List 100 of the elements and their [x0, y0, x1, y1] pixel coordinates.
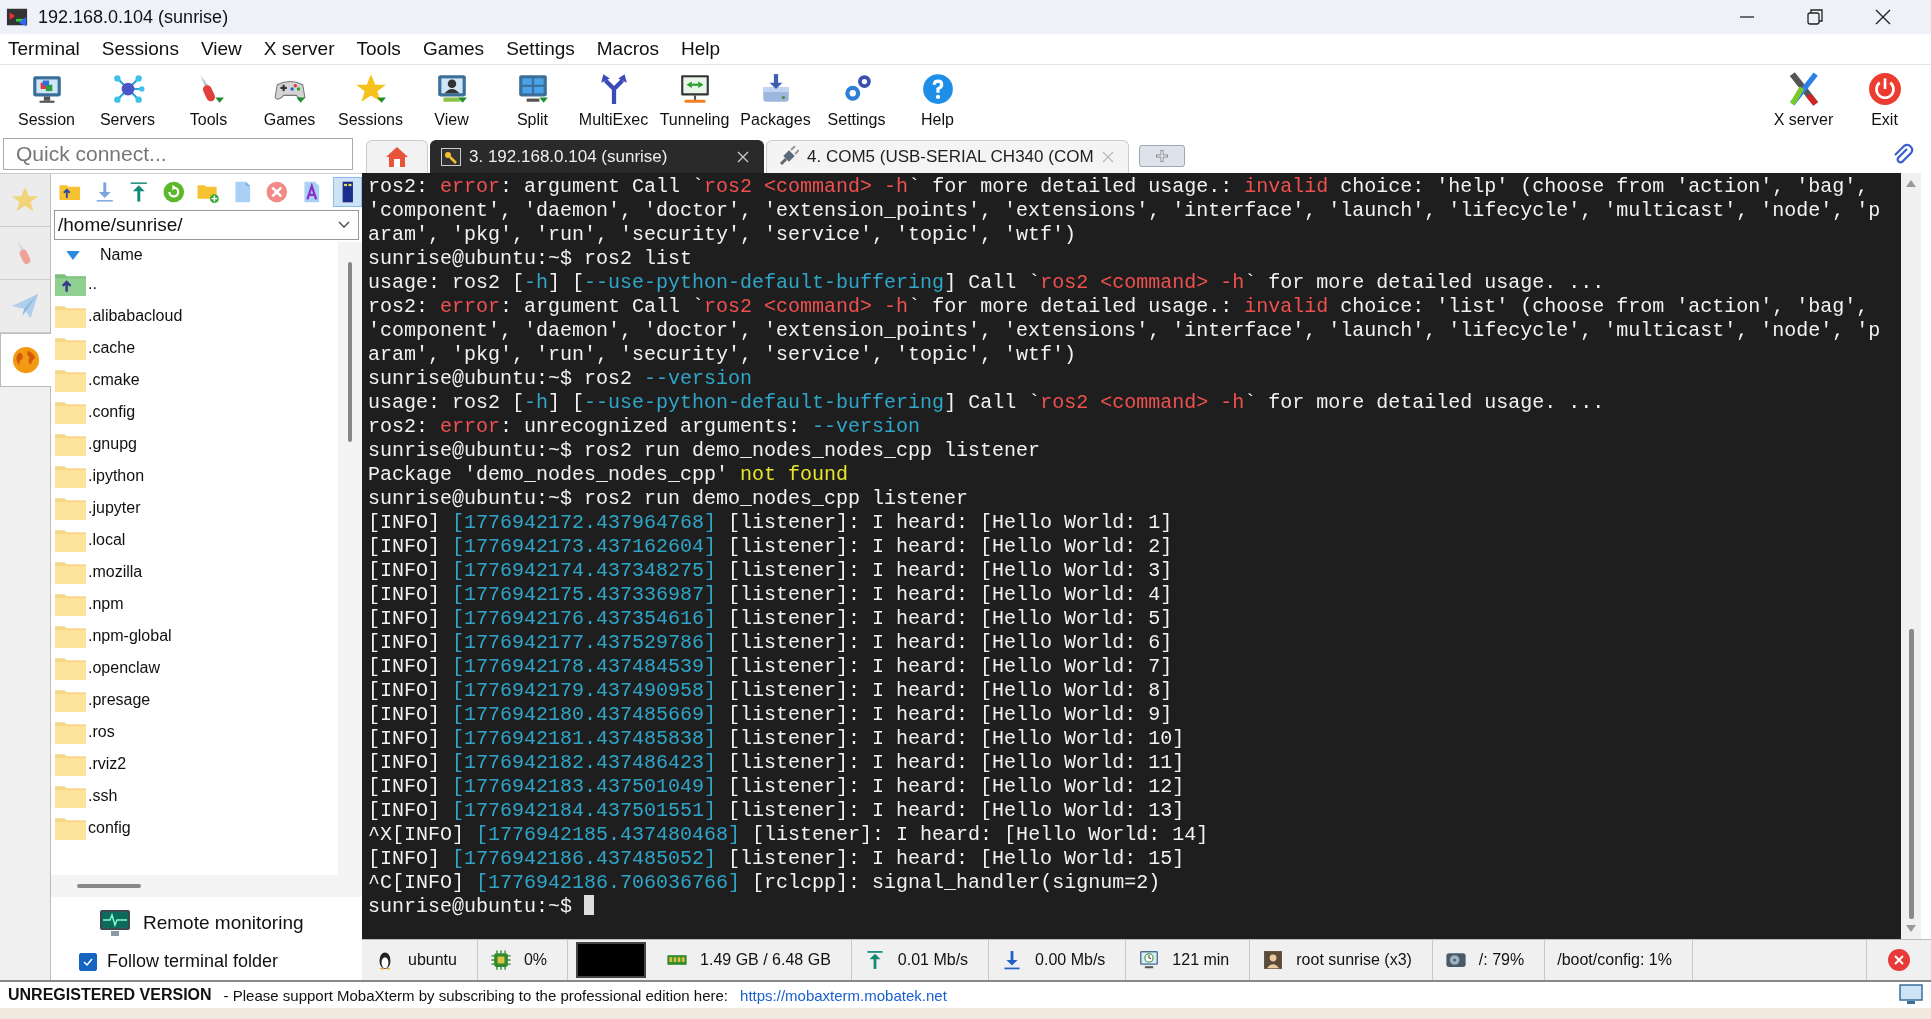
support-message: - Please support MobaXterm by subscribing to the professional edition here: [223, 986, 729, 1004]
menu-item[interactable]: Settings [500, 38, 585, 60]
file-name[interactable]: .cmake [88, 371, 140, 389]
sidebar-tab[interactable] [0, 227, 50, 280]
window-title: 192.168.0.104 (sunrise) [38, 6, 229, 28]
close-icon[interactable] [1873, 7, 1893, 27]
toolbar-button[interactable]: Sessions [330, 71, 411, 129]
scrollbar[interactable] [77, 884, 141, 888]
file-name[interactable]: .rviz2 [88, 755, 127, 773]
menu-item[interactable]: Macros [590, 38, 670, 60]
chevron-down-icon [338, 221, 350, 229]
paper-plane-icon [10, 291, 40, 321]
menu-item[interactable]: X server [257, 38, 345, 60]
folder-icon [55, 592, 86, 616]
plug-icon [777, 146, 799, 168]
toolbar-button[interactable]: Exit [1844, 71, 1925, 129]
toolbar-button[interactable]: Tools [168, 71, 249, 129]
parent-folder-icon [55, 272, 86, 296]
column-header[interactable]: Name [100, 246, 143, 264]
file-name[interactable]: config [88, 819, 131, 837]
toolbar-button[interactable]: Servers [87, 71, 168, 129]
menu-item[interactable]: Tools [350, 38, 411, 60]
status-text: 0.01 Mb/s [897, 951, 969, 969]
status-text: 0% [523, 951, 548, 969]
folder-icon [55, 720, 86, 744]
file-name[interactable]: .config [88, 403, 136, 421]
session-tab[interactable]: 3. 192.168.0.104 (sunrise) [430, 140, 764, 173]
toolbar-button[interactable]: Split [492, 71, 573, 129]
folder-icon [55, 656, 86, 680]
folder-icon [55, 464, 86, 488]
new-tab-button[interactable] [1138, 145, 1185, 167]
follow-terminal-checkbox[interactable]: Follow terminal folder [79, 951, 362, 972]
folder-icon [55, 752, 86, 776]
file-name[interactable]: .npm [88, 595, 124, 613]
text-cursor [584, 895, 595, 915]
panel-icon[interactable] [332, 177, 363, 207]
toolbar-button[interactable]: X server [1763, 71, 1844, 129]
toolbar-button[interactable]: View [411, 71, 492, 129]
toolbar-button[interactable]: Tunneling [654, 71, 735, 129]
folder-icon [55, 528, 86, 552]
status-text: root sunrise (x3) [1296, 951, 1412, 969]
path-dropdown[interactable]: /home/sunrise/ [54, 210, 359, 240]
toolbar-button[interactable]: Settings [816, 71, 897, 129]
home-tab[interactable] [366, 140, 428, 173]
home-icon [385, 146, 409, 168]
plus-icon [1154, 149, 1169, 163]
toolbar-button[interactable]: Help [897, 71, 978, 129]
remote-monitoring-button[interactable]: Remote monitoring [99, 905, 362, 941]
user-icon [1262, 949, 1285, 971]
status-text: /boot/config: 1% [1557, 951, 1672, 969]
file-name[interactable]: .. [88, 275, 97, 293]
menu-item[interactable]: Games [416, 38, 495, 60]
status-text: ubuntu [408, 951, 457, 969]
file-name[interactable]: .mozilla [88, 563, 143, 581]
help-icon [920, 71, 955, 106]
menu-item[interactable]: View [194, 38, 252, 60]
session-tab[interactable]: 4. COM5 (USB-SERIAL CH340 (COM [766, 140, 1129, 173]
menu-item[interactable]: Terminal [2, 38, 90, 60]
chip-icon [489, 949, 512, 971]
file-name[interactable]: .ros [88, 723, 115, 741]
website-link[interactable]: https://mobaxterm.mobatek.net [740, 986, 947, 1004]
file-name[interactable]: .alibabacloud [88, 307, 183, 325]
toolbar-button[interactable]: MultiExec [573, 71, 654, 129]
globe-icon [11, 345, 41, 375]
menu-item[interactable]: Help [675, 38, 731, 60]
sidebar-tab[interactable] [0, 333, 51, 387]
file-name[interactable]: .jupyter [88, 499, 141, 517]
toolbar-button[interactable]: Packages [735, 71, 816, 129]
folder-icon [55, 784, 86, 808]
heartbeat-monitor-icon [99, 909, 131, 937]
toolbar-button[interactable]: Games [249, 71, 330, 129]
scrollbar[interactable] [348, 262, 352, 442]
file-name[interactable]: .gnupg [88, 435, 137, 453]
file-name[interactable]: .openclaw [88, 659, 161, 677]
file-name[interactable]: .npm-global [88, 627, 172, 645]
quick-connect-field[interactable]: Quick connect... [3, 138, 353, 170]
monitor-icon[interactable] [1899, 984, 1923, 1006]
folder-icon [55, 560, 86, 584]
menu-item[interactable]: Sessions [95, 38, 189, 60]
file-name[interactable]: .ipython [88, 467, 145, 485]
file-name[interactable]: .local [88, 531, 126, 549]
toolbar-button[interactable]: Session [6, 71, 87, 129]
folder-icon [55, 432, 86, 456]
restore-icon[interactable] [1805, 7, 1825, 27]
close-icon[interactable] [737, 151, 749, 163]
scroll-up-icon[interactable] [1906, 179, 1916, 187]
folder-icon [55, 368, 86, 392]
file-name[interactable]: .cache [88, 339, 136, 357]
scroll-down-icon[interactable] [1906, 925, 1916, 933]
status-text: 121 min [1172, 951, 1230, 969]
file-name[interactable]: .presage [88, 691, 151, 709]
file-name[interactable]: .ssh [88, 787, 118, 805]
checkbox[interactable] [79, 952, 97, 971]
power-icon [1867, 71, 1902, 106]
key-icon [441, 148, 461, 166]
folder-icon [55, 336, 86, 360]
app-logo-icon [6, 6, 28, 28]
clock-monitor-icon [1138, 949, 1161, 971]
scrollbar[interactable] [1908, 629, 1914, 919]
folder-icon [55, 304, 86, 328]
